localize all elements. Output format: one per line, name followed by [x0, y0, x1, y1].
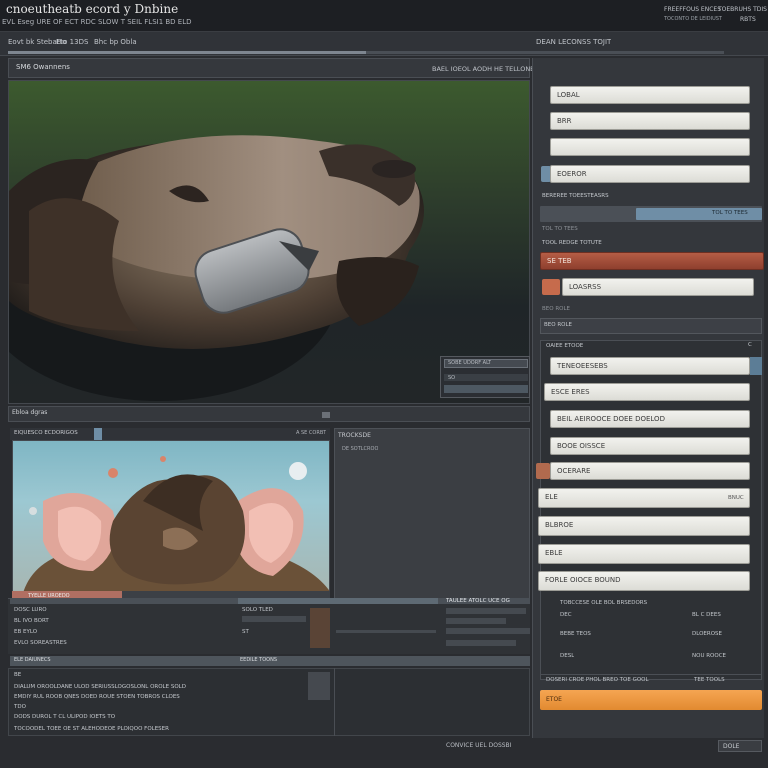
info-subtitle: DE SOTLCROO — [342, 446, 379, 452]
log-line: DODS DUROL T CL ULIPOD IOETS TO — [14, 714, 116, 720]
color-swatch-orange[interactable] — [536, 463, 550, 479]
status-text: ELE DAIUNECS — [14, 657, 51, 663]
info-title: TROCKSDE — [338, 432, 371, 439]
list-field-1-handle[interactable] — [750, 357, 762, 375]
viewer-scrubber[interactable] — [8, 406, 530, 422]
toolbar-progress-fill — [8, 51, 366, 54]
section-label: BEREREE TOEESTEASRS — [542, 193, 609, 199]
colored-property-field[interactable]: SE TEB — [540, 252, 764, 270]
list-item-right: TEE TOOLS — [694, 677, 725, 683]
section-3-row[interactable] — [540, 318, 762, 334]
scrubber-label: Ebloa dgras — [12, 409, 48, 416]
property-field-5[interactable]: LOASRSS — [562, 278, 754, 296]
property-field-3[interactable] — [550, 138, 750, 156]
log-line: EMDIY RUL ROOB QNES DOED ROUE STOEN TOBR… — [14, 694, 180, 700]
list-field-1[interactable]: TENEOEESEBS — [550, 357, 750, 375]
overlay-control-2[interactable] — [444, 374, 528, 381]
overlay-label-1: SOBE UDORF ALT — [448, 360, 492, 366]
timeline-row-label-4: EVLO SOREASTRES — [14, 640, 67, 646]
log-line: TDO — [14, 704, 26, 710]
list-item-left[interactable]: DEC — [560, 612, 572, 618]
info-panel — [334, 428, 530, 604]
timeline-row-label-1: DOSC LURO — [14, 607, 47, 613]
log-line: BE — [14, 672, 22, 678]
list-panel-title: OAIEE ETOOE — [546, 343, 584, 349]
list-field-6[interactable]: ELE — [538, 488, 750, 508]
list-item-left[interactable]: DOSERI CROE PHOL BREO TOE GOOL — [546, 677, 649, 683]
preview-marker[interactable] — [94, 428, 102, 440]
menu-bar[interactable]: EVL Eseg URE OF ECT RDC SLOW T SEIL FLSI… — [2, 18, 192, 26]
log-divider — [334, 668, 335, 736]
list-field-7[interactable]: BLBROE — [538, 516, 750, 536]
timeline-row-mid-2: SOLO TLED — [242, 607, 273, 613]
timeline-row-label-3: EB EYLO — [14, 629, 38, 635]
bottom-status: CONVICE UEL DOSSBI — [446, 742, 512, 749]
color-swatch-red[interactable] — [542, 279, 560, 295]
log-line: TOCOODEL TOEE OE ST ALEHODEOE PLOIQOO FO… — [14, 726, 169, 732]
overlay-label-2: SO — [448, 375, 456, 381]
section-1-slider-label: TOL TO TEES — [712, 210, 748, 216]
log-line: DIALUM OROOLDANE ULOD SERIUSSLOGOSLONL O… — [14, 684, 186, 690]
property-field-1[interactable]: LOBAL — [550, 86, 750, 104]
viewer-title: SM6 Owannens — [16, 63, 70, 71]
timeline-clip[interactable] — [446, 640, 516, 646]
list-field-2[interactable]: ESCE ERES — [544, 383, 750, 401]
bottom-action-button[interactable]: DOLE — [718, 740, 762, 752]
timeline-clip[interactable] — [336, 630, 436, 633]
section-3-row-label: BEO ROLE — [544, 322, 573, 328]
list-field-4[interactable]: BOOE OISSCE — [550, 437, 750, 455]
property-field-2[interactable]: BRR — [550, 112, 750, 130]
list-field-9[interactable]: FORLE OIOCE BOUND — [538, 571, 750, 591]
preview-right-label: A SE CORBT — [296, 430, 327, 436]
primary-action-bar[interactable]: ETOE — [540, 690, 762, 710]
toolbar-item-4[interactable]: DEAN LECONSS TOJIT — [536, 38, 611, 46]
section-divider-label: TOL TO TEES — [542, 226, 578, 232]
status-text-secondary: EEDILE TOONS — [240, 657, 278, 663]
toolbar-item-3[interactable]: Bhc bp Obla — [94, 38, 137, 46]
list-item-right: NOU ROOCE — [692, 653, 727, 659]
top-right-link-1[interactable]: FREEFFOUS ENCES — [664, 6, 721, 13]
top-right-link-3[interactable]: TOCONTO DE LEIDIUST — [664, 16, 722, 22]
top-right-link-2[interactable]: TOEBRUHS TDIS — [718, 6, 767, 13]
timeline-clip[interactable] — [446, 628, 530, 634]
timeline-row-mid-1: TAULEE ATOLC UCE OG — [446, 598, 510, 604]
timeline-clip[interactable] — [446, 618, 506, 624]
list-field-3[interactable]: BEIL AEIROOCE DOEE DOELOD — [550, 410, 750, 428]
app-title: cnoeutheatb ecord y Dnbine — [6, 2, 179, 16]
timeline-clip[interactable] — [446, 608, 526, 614]
list-item-left[interactable]: BEBE TEOS — [560, 631, 591, 637]
preview-photo — [23, 456, 329, 591]
list-field-6-value: BNUC — [728, 495, 744, 501]
list-field-8[interactable]: EBLE — [538, 544, 750, 564]
log-thumbnail — [308, 672, 330, 700]
section-label: BEO ROLE — [542, 306, 571, 312]
toolbar-item-2[interactable]: Eto 13DS — [56, 38, 88, 46]
list-item-right: BL C DEES — [692, 612, 721, 618]
scrubber-handle[interactable] — [322, 412, 330, 418]
list-divider — [540, 674, 762, 675]
list-item-right: DLOEROSE — [692, 631, 723, 637]
timeline-clip[interactable] — [242, 616, 306, 622]
list-panel-close-icon[interactable]: C — [748, 342, 752, 348]
list-field-5[interactable]: OCERARE — [550, 462, 750, 480]
timeline-row-mid-4: ST — [242, 629, 249, 635]
section-label: TOOL REDGE TOTUTE — [542, 240, 602, 246]
top-right-link-4[interactable]: RBTS — [740, 16, 756, 23]
list-header: TOBCCESE OLE BOL BRSEDORS — [560, 600, 648, 606]
preview-label: EIQUESCO ECDORIGOS — [14, 430, 78, 436]
list-item-left[interactable]: DESL — [560, 653, 574, 659]
property-field-4[interactable]: EOEROR — [550, 165, 750, 183]
secondary-preview[interactable] — [12, 440, 330, 592]
timeline-row-label-2: BL IVO BORT — [14, 618, 49, 624]
timeline-ruler-highlight — [238, 598, 438, 604]
timeline-clip[interactable] — [310, 608, 330, 648]
overlay-control-3[interactable] — [444, 385, 528, 393]
